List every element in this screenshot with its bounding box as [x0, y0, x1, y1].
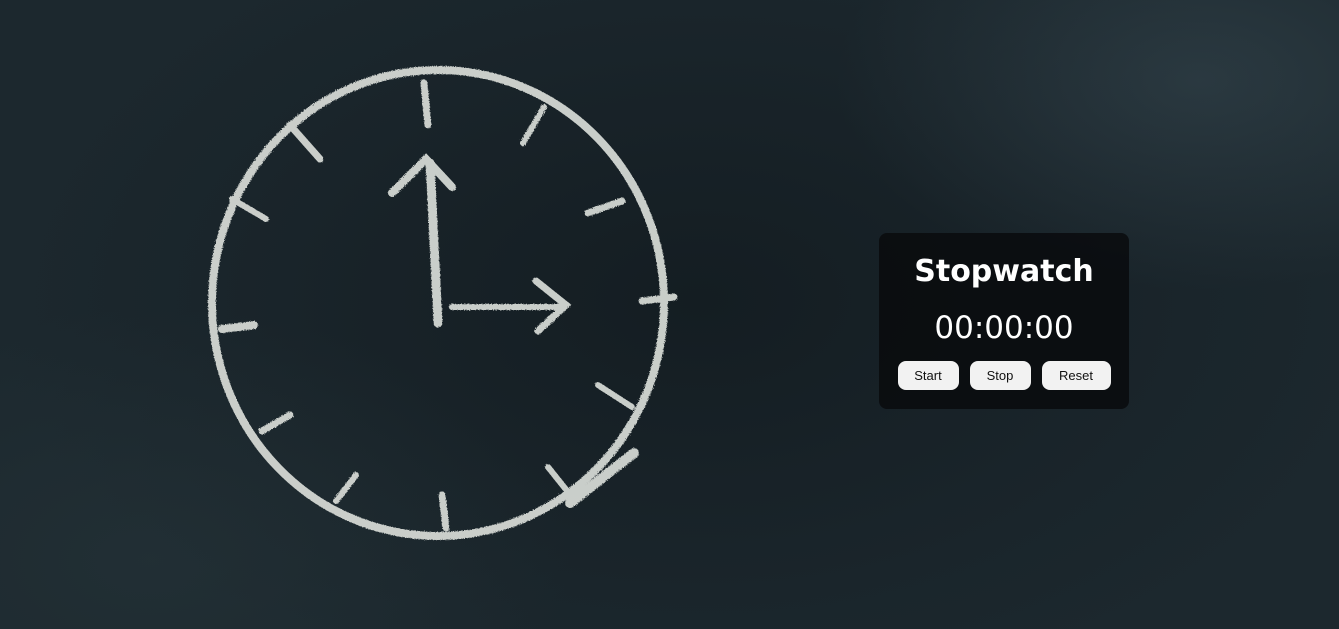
chalk-clock-illustration — [208, 66, 678, 540]
stopwatch-time-display: 00:00:00 — [934, 310, 1074, 346]
stopwatch-controls: Start Stop Reset — [879, 361, 1129, 390]
stopwatch-title: Stopwatch — [914, 254, 1094, 289]
start-button[interactable]: Start — [897, 361, 959, 390]
stopwatch-panel: Stopwatch 00:00:00 Start Stop Reset — [879, 233, 1129, 409]
reset-button[interactable]: Reset — [1041, 361, 1111, 390]
stop-button[interactable]: Stop — [969, 361, 1031, 390]
